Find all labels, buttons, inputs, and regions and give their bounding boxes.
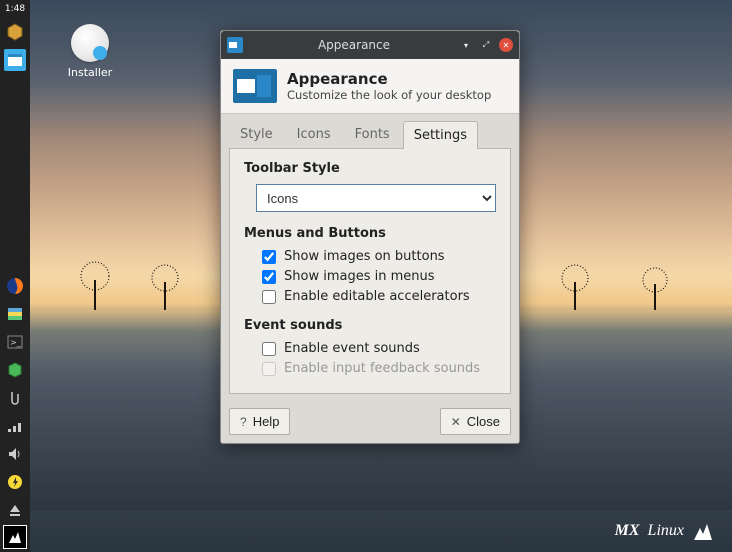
menus-buttons-section: Menus and Buttons Show images on buttons…	[244, 226, 496, 304]
editable-accel-row[interactable]: Enable editable accelerators	[262, 289, 496, 304]
panel-active-window-icon[interactable]	[4, 49, 26, 71]
toolbar-style-section: Toolbar Style Icons	[244, 161, 496, 212]
show-images-menus-checkbox[interactable]	[262, 270, 276, 284]
enable-feedback-sounds-row: Enable input feedback sounds	[262, 361, 496, 376]
taskbar-panel: 1:48 >_	[0, 0, 30, 552]
tab-settings[interactable]: Settings	[403, 121, 478, 149]
help-button-label: Help	[253, 414, 280, 429]
enable-feedback-sounds-label: Enable input feedback sounds	[284, 361, 480, 376]
panel-terminal-icon[interactable]: >_	[4, 331, 26, 353]
show-images-buttons-row[interactable]: Show images on buttons	[262, 249, 496, 264]
installer-icon	[71, 24, 109, 62]
minimize-button[interactable]	[459, 38, 473, 52]
show-images-buttons-label: Show images on buttons	[284, 249, 445, 264]
panel-firefox-icon[interactable]	[4, 275, 26, 297]
tab-fonts[interactable]: Fonts	[344, 120, 401, 148]
window-header: Appearance Customize the look of your de…	[221, 59, 519, 114]
help-icon: ?	[240, 415, 247, 429]
tab-icons[interactable]: Icons	[286, 120, 342, 148]
panel-package-icon[interactable]	[4, 359, 26, 381]
installer-label: Installer	[60, 66, 120, 79]
branding-linux: Linux	[648, 522, 684, 540]
show-images-menus-row[interactable]: Show images in menus	[262, 269, 496, 284]
editable-accel-label: Enable editable accelerators	[284, 289, 470, 304]
panel-eject-icon[interactable]	[4, 499, 26, 521]
window-footer: ? Help ✕ Close	[221, 402, 519, 443]
show-images-buttons-checkbox[interactable]	[262, 250, 276, 264]
header-title: Appearance	[287, 70, 491, 88]
close-dialog-button[interactable]: ✕ Close	[440, 408, 511, 435]
enable-feedback-sounds-checkbox	[262, 362, 276, 376]
menus-buttons-title: Menus and Buttons	[244, 226, 496, 241]
panel-clip-icon[interactable]	[4, 387, 26, 409]
tab-bar: Style Icons Fonts Settings	[221, 114, 519, 148]
branding-mx: MX	[615, 522, 640, 540]
installer-shortcut[interactable]: Installer	[60, 24, 120, 79]
enable-event-sounds-checkbox[interactable]	[262, 342, 276, 356]
enable-event-sounds-row[interactable]: Enable event sounds	[262, 341, 496, 356]
close-icon: ✕	[451, 415, 461, 429]
svg-text:>_: >_	[10, 338, 22, 347]
settings-tab-body: Toolbar Style Icons Menus and Buttons Sh…	[229, 148, 511, 394]
panel-volume-icon[interactable]	[4, 443, 26, 465]
editable-accel-checkbox[interactable]	[262, 290, 276, 304]
event-sounds-title: Event sounds	[244, 318, 496, 333]
show-images-menus-label: Show images in menus	[284, 269, 435, 284]
panel-power-icon[interactable]	[4, 471, 26, 493]
window-title: Appearance	[249, 38, 459, 52]
mx-logo-icon	[692, 520, 714, 542]
toolbar-style-select[interactable]: Icons	[256, 184, 496, 212]
window-icon	[227, 37, 243, 53]
enable-event-sounds-label: Enable event sounds	[284, 341, 420, 356]
appearance-window: Appearance Appearance Customize the look…	[220, 30, 520, 444]
panel-files-icon[interactable]	[4, 303, 26, 325]
toolbar-style-title: Toolbar Style	[244, 161, 496, 176]
maximize-button[interactable]	[479, 38, 493, 52]
event-sounds-section: Event sounds Enable event sounds Enable …	[244, 318, 496, 376]
panel-network-icon[interactable]	[4, 415, 26, 437]
close-button-label: Close	[467, 414, 500, 429]
tab-style[interactable]: Style	[229, 120, 284, 148]
clock[interactable]: 1:48	[5, 2, 25, 18]
header-subtitle: Customize the look of your desktop	[287, 88, 491, 102]
help-button[interactable]: ? Help	[229, 408, 290, 435]
panel-hex-icon[interactable]	[4, 21, 26, 43]
menu-button[interactable]	[3, 525, 27, 549]
appearance-icon	[233, 69, 277, 103]
mx-linux-branding: MX Linux	[615, 520, 714, 542]
titlebar[interactable]: Appearance	[221, 31, 519, 59]
close-button[interactable]	[499, 38, 513, 52]
